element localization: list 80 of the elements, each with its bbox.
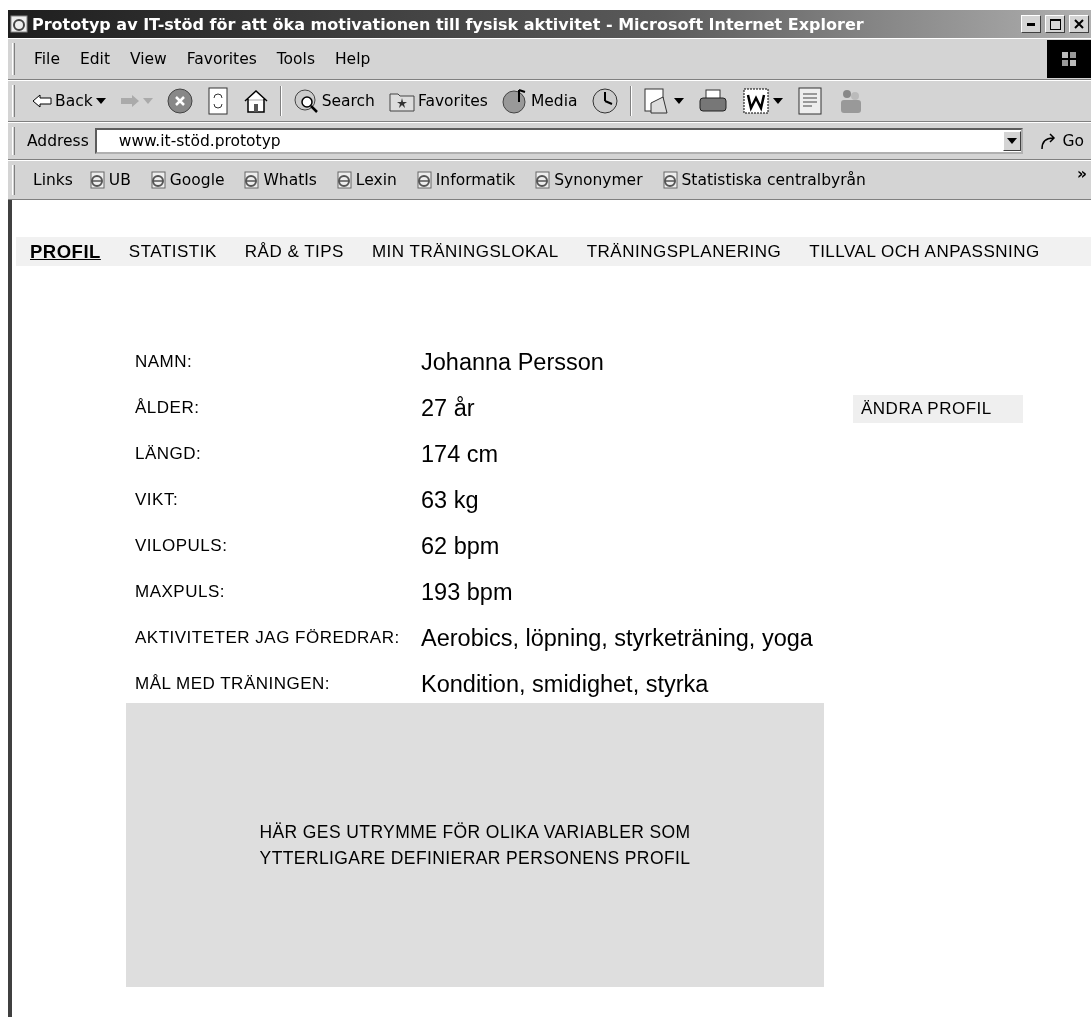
menu-item[interactable]: Favorites bbox=[179, 48, 264, 70]
minimize-button[interactable] bbox=[1021, 15, 1041, 33]
nav-tab[interactable]: RÅD & TIPS bbox=[230, 241, 358, 262]
maximize-icon bbox=[1049, 18, 1061, 30]
minimize-icon bbox=[1027, 22, 1035, 26]
field-value: 193 bpm bbox=[421, 577, 514, 607]
home-icon bbox=[242, 88, 269, 114]
caret-icon bbox=[773, 98, 784, 104]
link-button[interactable]: WhatIs bbox=[239, 169, 320, 191]
page-globe-icon bbox=[334, 171, 353, 189]
field-value: 27 år bbox=[421, 393, 476, 423]
document-icon bbox=[797, 86, 824, 116]
link-button[interactable]: Informatik bbox=[411, 169, 519, 191]
page-globe-icon bbox=[414, 171, 433, 189]
field-value: Aerobics, löpning, styrketräning, yoga bbox=[421, 623, 814, 653]
stop-icon bbox=[166, 88, 193, 114]
field-value: Kondition, smidighet, styrka bbox=[421, 669, 710, 699]
address-label: Address bbox=[27, 132, 89, 150]
field-label: MAXPULS: bbox=[135, 581, 226, 603]
field-label: NAMN: bbox=[135, 351, 194, 373]
nav-tab[interactable]: TILLVAL OCH ANPASSNING bbox=[795, 241, 1054, 262]
dropdown-button[interactable] bbox=[1002, 131, 1021, 151]
caret-icon bbox=[674, 98, 685, 104]
close-button[interactable] bbox=[1069, 15, 1089, 33]
close-icon bbox=[1074, 19, 1084, 29]
page-globe-icon bbox=[660, 171, 679, 189]
nav-tab[interactable]: STATISTIK bbox=[114, 241, 231, 262]
folder-star-icon bbox=[388, 90, 415, 112]
field-value: 174 cm bbox=[421, 439, 500, 469]
page-globe-icon bbox=[148, 171, 167, 189]
right-arrow-icon bbox=[119, 94, 140, 108]
field-label: VILOPULS: bbox=[135, 535, 229, 557]
refresh-icon bbox=[206, 87, 229, 115]
nav-tab[interactable]: TRÄNINGSPLANERING bbox=[572, 241, 796, 262]
field-value: Johanna Persson bbox=[421, 347, 605, 377]
document-icon bbox=[742, 87, 771, 115]
field-label: LÄNGD: bbox=[135, 443, 203, 465]
field-label: AKTIVITETER JAG FÖREDRAR: bbox=[135, 627, 401, 649]
search-icon bbox=[292, 88, 319, 114]
link-button[interactable]: Synonymer bbox=[530, 169, 646, 191]
field-value: 62 bpm bbox=[421, 531, 501, 561]
browser-window-icon bbox=[10, 15, 28, 33]
printer-icon bbox=[698, 87, 729, 115]
field-label: ÅLDER: bbox=[135, 397, 201, 419]
nav-tab[interactable]: MIN TRÄNINGSLOKAL bbox=[357, 241, 573, 262]
back-button[interactable]: Back bbox=[29, 90, 109, 112]
left-arrow-icon bbox=[32, 94, 52, 108]
menu-item[interactable]: Tools bbox=[269, 48, 322, 70]
panel-text: HÄR GES UTRYMME FÖR OLIKA VARIABLER SOM YTTERLIGARE DEFINIERAR PERSONENS PROFIL bbox=[258, 821, 692, 870]
go-button[interactable]: Go bbox=[1036, 130, 1087, 152]
field-label: MÅL MED TRÄNINGEN: bbox=[135, 673, 332, 695]
address-field[interactable]: www.it-stöd.prototyp bbox=[94, 128, 1023, 154]
menu-item[interactable]: File bbox=[27, 48, 67, 70]
nav-tab[interactable]: PROFIL bbox=[16, 240, 115, 263]
caret-icon bbox=[1006, 138, 1017, 144]
clock-icon bbox=[591, 87, 620, 115]
field-value: 63 kg bbox=[421, 485, 480, 515]
edit-profile-button[interactable]: ÄNDRA PROFIL bbox=[853, 395, 1023, 423]
link-button[interactable]: Lexin bbox=[331, 169, 400, 191]
link-button[interactable]: Statistiska centralbyrån bbox=[657, 169, 869, 191]
links-label: Links bbox=[33, 171, 73, 189]
page-globe-icon bbox=[242, 171, 261, 189]
search-button[interactable]: Search bbox=[289, 86, 378, 116]
favorites-button[interactable]: Favorites bbox=[385, 88, 491, 114]
globe-music-icon bbox=[501, 87, 528, 115]
page-globe-icon bbox=[533, 171, 552, 189]
link-button[interactable]: UB bbox=[84, 169, 134, 191]
caret-icon bbox=[95, 98, 106, 104]
menu-item[interactable]: View bbox=[122, 48, 174, 70]
media-button[interactable]: Media bbox=[498, 85, 581, 117]
menu-item[interactable]: Edit bbox=[72, 48, 117, 70]
menu-item[interactable]: Help bbox=[327, 48, 378, 70]
windows-logo-icon bbox=[1060, 50, 1078, 68]
caret-icon bbox=[142, 98, 153, 104]
window-title: Prototyp av IT-stöd för att öka motivationen till fysisk aktivitet - Microsoft Internet Explorer bbox=[32, 14, 865, 34]
more-links-chevron[interactable]: » bbox=[1077, 165, 1087, 183]
maximize-button[interactable] bbox=[1045, 15, 1065, 33]
link-button[interactable]: Google bbox=[145, 169, 228, 191]
page-globe-icon bbox=[87, 171, 106, 189]
field-label: VIKT: bbox=[135, 489, 180, 511]
